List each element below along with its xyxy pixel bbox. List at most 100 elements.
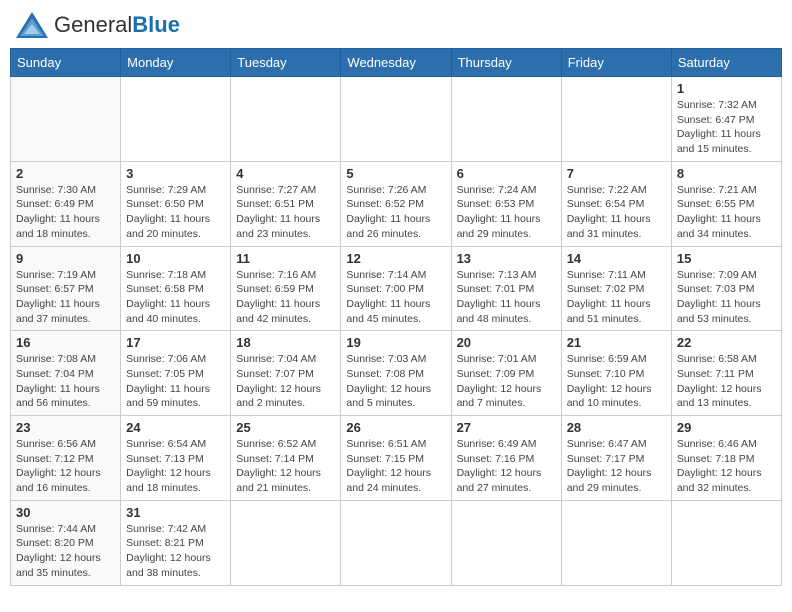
day-number: 28 (567, 420, 666, 435)
day-info: Sunrise: 6:58 AM Sunset: 7:11 PM Dayligh… (677, 352, 776, 411)
day-info: Sunrise: 7:03 AM Sunset: 7:08 PM Dayligh… (346, 352, 445, 411)
day-info: Sunrise: 7:16 AM Sunset: 6:59 PM Dayligh… (236, 268, 335, 327)
day-number: 18 (236, 335, 335, 350)
calendar-cell (341, 77, 451, 162)
day-number: 11 (236, 251, 335, 266)
logo: GeneralBlue (14, 10, 180, 40)
day-number: 24 (126, 420, 225, 435)
calendar-cell: 20 Sunrise: 7:01 AM Sunset: 7:09 PM Dayli… (451, 331, 561, 416)
calendar-cell: 11 Sunrise: 7:16 AM Sunset: 6:59 PM Dayli… (231, 246, 341, 331)
day-number: 6 (457, 166, 556, 181)
day-number: 19 (346, 335, 445, 350)
day-number: 4 (236, 166, 335, 181)
day-info: Sunrise: 7:19 AM Sunset: 6:57 PM Dayligh… (16, 268, 115, 327)
day-info: Sunrise: 7:24 AM Sunset: 6:53 PM Dayligh… (457, 183, 556, 242)
calendar-body: 1Sunrise: 7:32 AM Sunset: 6:47 PM Daylig… (11, 77, 782, 586)
day-info: Sunrise: 6:51 AM Sunset: 7:15 PM Dayligh… (346, 437, 445, 496)
day-number: 16 (16, 335, 115, 350)
day-info: Sunrise: 7:13 AM Sunset: 7:01 PM Dayligh… (457, 268, 556, 327)
calendar-cell: 6 Sunrise: 7:24 AM Sunset: 6:53 PM Daylig… (451, 161, 561, 246)
calendar-week-2: 9Sunrise: 7:19 AM Sunset: 6:57 PM Daylig… (11, 246, 782, 331)
calendar-cell: 7 Sunrise: 7:22 AM Sunset: 6:54 PM Daylig… (561, 161, 671, 246)
calendar-cell: 26 Sunrise: 6:51 AM Sunset: 7:15 PM Dayli… (341, 416, 451, 501)
calendar-cell (561, 77, 671, 162)
day-number: 30 (16, 505, 115, 520)
weekday-header-tuesday: Tuesday (231, 49, 341, 77)
day-info: Sunrise: 6:56 AM Sunset: 7:12 PM Dayligh… (16, 437, 115, 496)
calendar-cell: 28Sunrise: 6:47 AM Sunset: 7:17 PM Dayli… (561, 416, 671, 501)
day-number: 20 (457, 335, 556, 350)
calendar-cell: 27Sunrise: 6:49 AM Sunset: 7:16 PM Dayli… (451, 416, 561, 501)
calendar-cell: 15Sunrise: 7:09 AM Sunset: 7:03 PM Dayli… (671, 246, 781, 331)
weekday-header-saturday: Saturday (671, 49, 781, 77)
calendar-cell: 9Sunrise: 7:19 AM Sunset: 6:57 PM Daylig… (11, 246, 121, 331)
day-number: 10 (126, 251, 225, 266)
calendar-cell: 2Sunrise: 7:30 AM Sunset: 6:49 PM Daylig… (11, 161, 121, 246)
day-info: Sunrise: 6:59 AM Sunset: 7:10 PM Dayligh… (567, 352, 666, 411)
calendar-week-3: 16 Sunrise: 7:08 AM Sunset: 7:04 PM Dayli… (11, 331, 782, 416)
day-info: Sunrise: 7:11 AM Sunset: 7:02 PM Dayligh… (567, 268, 666, 327)
calendar-cell (561, 500, 671, 585)
calendar-cell: 17 Sunrise: 7:06 AM Sunset: 7:05 PM Dayli… (121, 331, 231, 416)
weekday-header-monday: Monday (121, 49, 231, 77)
day-number: 21 (567, 335, 666, 350)
calendar-cell: 3Sunrise: 7:29 AM Sunset: 6:50 PM Daylig… (121, 161, 231, 246)
general-blue-icon (14, 10, 50, 40)
day-number: 26 (346, 420, 445, 435)
page-header: GeneralBlue (10, 10, 782, 40)
calendar-cell: 29Sunrise: 6:46 AM Sunset: 7:18 PM Dayli… (671, 416, 781, 501)
day-info: Sunrise: 7:26 AM Sunset: 6:52 PM Dayligh… (346, 183, 445, 242)
calendar-week-5: 30 Sunrise: 7:44 AM Sunset: 8:20 PM Dayli… (11, 500, 782, 585)
day-info: Sunrise: 7:18 AM Sunset: 6:58 PM Dayligh… (126, 268, 225, 327)
day-info: Sunrise: 6:46 AM Sunset: 7:18 PM Dayligh… (677, 437, 776, 496)
day-info: Sunrise: 7:44 AM Sunset: 8:20 PM Dayligh… (16, 522, 115, 581)
day-info: Sunrise: 6:49 AM Sunset: 7:16 PM Dayligh… (457, 437, 556, 496)
day-number: 12 (346, 251, 445, 266)
day-number: 25 (236, 420, 335, 435)
weekday-header-sunday: Sunday (11, 49, 121, 77)
calendar-week-4: 23 Sunrise: 6:56 AM Sunset: 7:12 PM Dayli… (11, 416, 782, 501)
calendar-cell: 1Sunrise: 7:32 AM Sunset: 6:47 PM Daylig… (671, 77, 781, 162)
calendar-header: SundayMondayTuesdayWednesdayThursdayFrid… (11, 49, 782, 77)
day-number: 5 (346, 166, 445, 181)
logo-text: GeneralBlue (54, 14, 180, 37)
day-number: 13 (457, 251, 556, 266)
day-number: 8 (677, 166, 776, 181)
day-number: 17 (126, 335, 225, 350)
day-info: Sunrise: 7:42 AM Sunset: 8:21 PM Dayligh… (126, 522, 225, 581)
calendar-cell: 30 Sunrise: 7:44 AM Sunset: 8:20 PM Dayli… (11, 500, 121, 585)
calendar-cell: 22 Sunrise: 6:58 AM Sunset: 7:11 PM Dayli… (671, 331, 781, 416)
day-info: Sunrise: 6:54 AM Sunset: 7:13 PM Dayligh… (126, 437, 225, 496)
calendar-cell: 8Sunrise: 7:21 AM Sunset: 6:55 PM Daylig… (671, 161, 781, 246)
weekday-header-wednesday: Wednesday (341, 49, 451, 77)
calendar-cell: 4 Sunrise: 7:27 AM Sunset: 6:51 PM Daylig… (231, 161, 341, 246)
day-number: 31 (126, 505, 225, 520)
calendar-cell: 13 Sunrise: 7:13 AM Sunset: 7:01 PM Dayli… (451, 246, 561, 331)
calendar-cell (121, 77, 231, 162)
day-info: Sunrise: 7:14 AM Sunset: 7:00 PM Dayligh… (346, 268, 445, 327)
day-number: 22 (677, 335, 776, 350)
day-info: Sunrise: 7:32 AM Sunset: 6:47 PM Dayligh… (677, 98, 776, 157)
day-number: 23 (16, 420, 115, 435)
calendar-cell (451, 77, 561, 162)
day-info: Sunrise: 7:27 AM Sunset: 6:51 PM Dayligh… (236, 183, 335, 242)
calendar-cell: 24 Sunrise: 6:54 AM Sunset: 7:13 PM Dayli… (121, 416, 231, 501)
calendar-week-0: 1Sunrise: 7:32 AM Sunset: 6:47 PM Daylig… (11, 77, 782, 162)
day-info: Sunrise: 7:01 AM Sunset: 7:09 PM Dayligh… (457, 352, 556, 411)
calendar-cell: 21 Sunrise: 6:59 AM Sunset: 7:10 PM Dayli… (561, 331, 671, 416)
calendar-week-1: 2Sunrise: 7:30 AM Sunset: 6:49 PM Daylig… (11, 161, 782, 246)
calendar-cell (231, 77, 341, 162)
day-number: 2 (16, 166, 115, 181)
day-info: Sunrise: 7:09 AM Sunset: 7:03 PM Dayligh… (677, 268, 776, 327)
calendar-cell: 31 Sunrise: 7:42 AM Sunset: 8:21 PM Dayli… (121, 500, 231, 585)
calendar-cell: 18Sunrise: 7:04 AM Sunset: 7:07 PM Dayli… (231, 331, 341, 416)
day-info: Sunrise: 7:22 AM Sunset: 6:54 PM Dayligh… (567, 183, 666, 242)
day-info: Sunrise: 7:06 AM Sunset: 7:05 PM Dayligh… (126, 352, 225, 411)
day-info: Sunrise: 7:29 AM Sunset: 6:50 PM Dayligh… (126, 183, 225, 242)
day-info: Sunrise: 7:08 AM Sunset: 7:04 PM Dayligh… (16, 352, 115, 411)
day-number: 7 (567, 166, 666, 181)
calendar-cell (231, 500, 341, 585)
calendar-cell (341, 500, 451, 585)
calendar-cell: 19 Sunrise: 7:03 AM Sunset: 7:08 PM Dayli… (341, 331, 451, 416)
calendar-cell: 23 Sunrise: 6:56 AM Sunset: 7:12 PM Dayli… (11, 416, 121, 501)
